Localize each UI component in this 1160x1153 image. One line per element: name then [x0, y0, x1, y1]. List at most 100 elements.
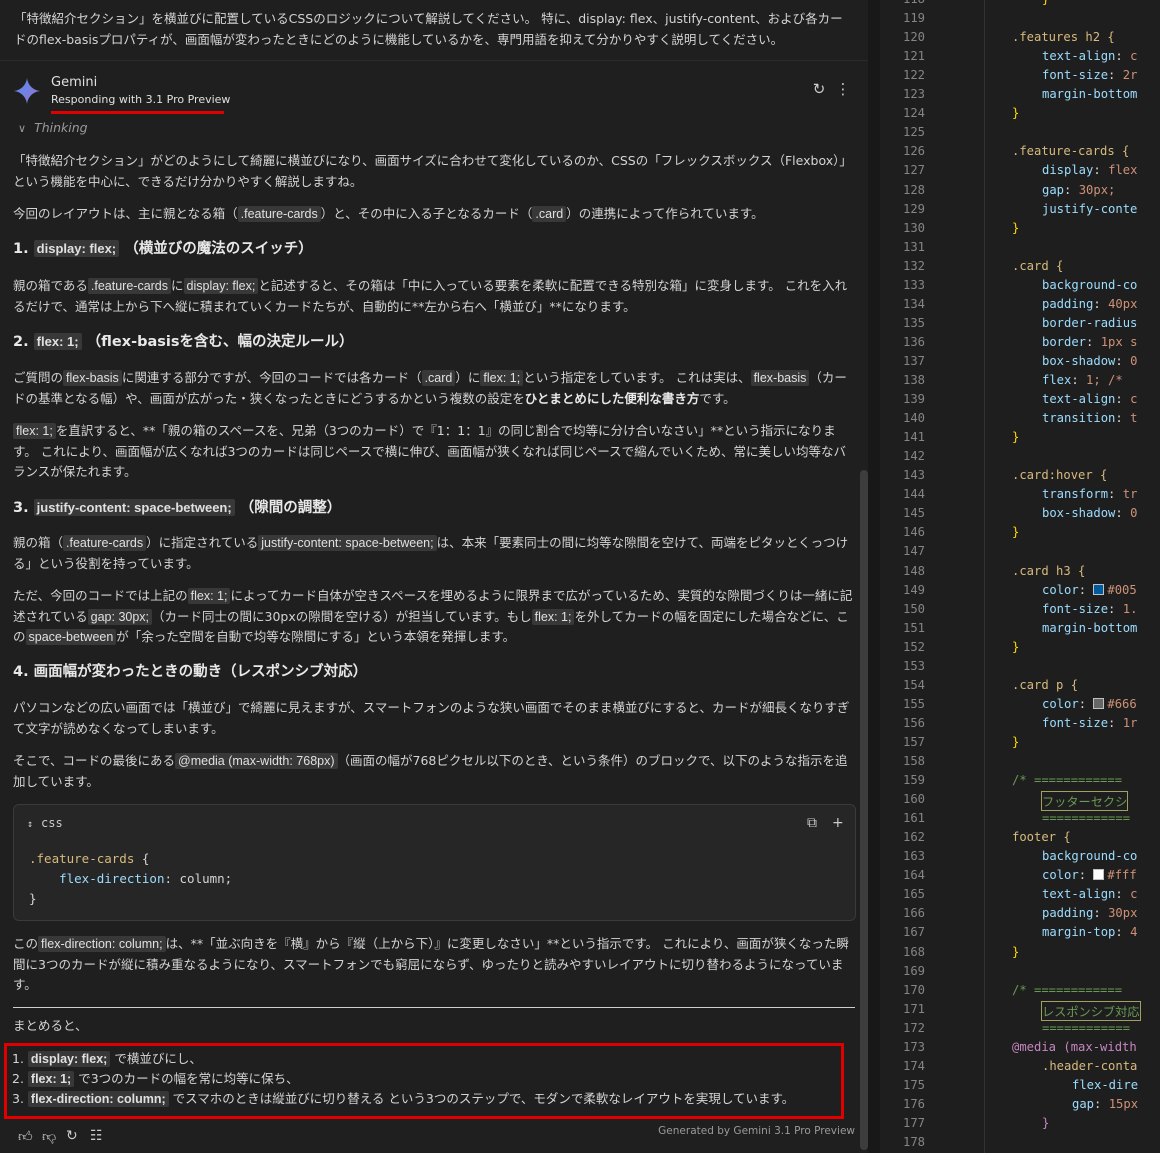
code-editor[interactable]: 118} 119 120 .features h2 {121 text-align: c…: [880, 0, 1160, 1153]
section-heading-4: 4. 画面幅が変わったときの動き（レスポンシブ対応）: [13, 664, 368, 680]
copy-icon[interactable]: ⧉: [807, 815, 817, 831]
line-number: 120: [902, 30, 925, 45]
code-line: font-size: 1r: [1042, 715, 1138, 730]
code-line: transition: t: [1042, 411, 1138, 426]
code-line: font-size: 1.: [1042, 601, 1138, 616]
line-number: 149: [902, 582, 925, 597]
code-line: padding: 30px: [1042, 906, 1138, 921]
plus-icon[interactable]: +: [832, 815, 844, 831]
line-number: 178: [902, 1135, 925, 1149]
code-line: /* ============: [1012, 982, 1123, 997]
line-number: 118: [880, 0, 925, 6]
model-label: Responding with 3.1 Pro Preview: [51, 93, 231, 106]
line-number: 174: [902, 1058, 925, 1073]
line-number: 137: [902, 353, 925, 368]
chat-scrollbar[interactable]: [860, 470, 868, 1150]
code-line: }: [1012, 639, 1020, 654]
color-swatch[interactable]: [1093, 697, 1105, 709]
line-number: 160: [902, 792, 925, 807]
save-icon[interactable]: ☷: [90, 1128, 103, 1144]
prompt-separator: [0, 60, 868, 61]
line-number: 169: [902, 963, 925, 978]
line-number: 176: [902, 1096, 925, 1111]
line-number: 150: [902, 601, 925, 616]
code-line: justify-conte: [1042, 201, 1138, 216]
line-number: 152: [902, 639, 925, 654]
code-line: margin-bottom: [1042, 87, 1138, 102]
response-paragraph: flex: 1; を直訳すると、**「親の箱のスペースを、兄弟（3つのカード）で『…: [13, 423, 847, 479]
line-number: 151: [902, 620, 925, 635]
section-heading-3: 3. justify-content: space-between; （隙間の調…: [13, 499, 342, 516]
code-line: }: [1012, 106, 1020, 121]
code-content: .feature-cards { flex-direction: column;…: [29, 851, 233, 906]
chat-panel: 「特徴紹介セクション」を横並びに配置しているCSSのロジックについて解説してくだ…: [0, 0, 868, 1153]
line-number: 121: [902, 49, 925, 64]
line-number: 173: [902, 1039, 925, 1054]
line-number: 132: [902, 258, 925, 273]
response-paragraph: 今回のレイアウトは、主に親となる箱（ .feature-cards ）と、その中に入…: [13, 206, 764, 222]
code-line: box-shadow: 0: [1042, 353, 1138, 368]
code-line: @media (max-width: [1012, 1039, 1137, 1054]
code-line: font-size: 2r: [1042, 68, 1138, 83]
code-line: /* ============: [1012, 773, 1123, 788]
thumbs-up-icon[interactable]: 👍︎: [18, 1128, 33, 1145]
response-paragraph: そこで、コードの最後にある @media (max-width: 768px) （画…: [13, 753, 848, 789]
line-number: 140: [902, 411, 925, 426]
response-paragraph: パソコンなどの広い画面では「横並び」で綺麗に見えますが、スマートフォンのような狭…: [13, 700, 850, 736]
line-number: 164: [902, 868, 925, 883]
response-paragraph: 親の箱である .feature-cards に display: flex; と記述する…: [13, 278, 848, 314]
line-number: 175: [902, 1077, 925, 1092]
line-number: 148: [902, 563, 925, 578]
list-item: 1. display: flex; で横並びにし、: [12, 1051, 202, 1067]
code-line: .card {: [1012, 258, 1064, 273]
collapse-icon[interactable]: ↕: [27, 819, 33, 830]
section-heading-2: 2. flex: 1; （flex-basisを含む、幅の決定ルール）: [13, 333, 354, 350]
generated-by-label: Generated by Gemini 3.1 Pro Preview: [658, 1125, 855, 1137]
line-number: 139: [902, 392, 925, 407]
code-line: .header-conta: [1042, 1058, 1138, 1073]
regenerate-icon[interactable]: ↻: [66, 1128, 78, 1144]
code-line: .features h2 {: [1012, 30, 1115, 45]
line-number: 168: [902, 944, 925, 959]
code-line: color: #fff: [1042, 868, 1137, 883]
response-paragraph: この flex-direction: column; は、**「並ぶ向きを『横』から…: [13, 936, 849, 992]
code-line: box-shadow: 0: [1042, 506, 1138, 521]
code-line: フッターセクシ: [1040, 791, 1129, 812]
line-number: 165: [902, 887, 925, 902]
line-number: 145: [902, 506, 925, 521]
panel-divider[interactable]: [868, 0, 880, 1153]
line-number: 171: [902, 1001, 925, 1016]
thinking-toggle[interactable]: ∨ Thinking: [18, 120, 88, 135]
response-paragraph: ご質問の flex-basis に関連する部分ですが、今回のコードでは各カード（ .c…: [13, 370, 847, 406]
line-number: 155: [902, 696, 925, 711]
more-options-icon[interactable]: ⋮: [834, 80, 852, 98]
code-line: .card p {: [1012, 677, 1079, 692]
divider: [13, 1007, 855, 1008]
section-heading-1: 1. display: flex; （横並びの魔法のスイッチ）: [13, 240, 313, 257]
line-number: 129: [902, 201, 925, 216]
line-number: 128: [902, 182, 925, 197]
line-number: 144: [902, 487, 925, 502]
code-line: .card:hover {: [1012, 468, 1108, 483]
line-number: 136: [902, 334, 925, 349]
line-number: 158: [902, 754, 925, 768]
refresh-icon[interactable]: ↻: [810, 80, 828, 98]
response-paragraph: ただ、今回のコードでは上記の flex: 1; によってカード自体が空きスペースを埋…: [13, 588, 853, 645]
line-number: 143: [902, 468, 925, 483]
list-item: 2. flex: 1; で3つのカードの幅を常に均等に保ち、: [12, 1071, 299, 1087]
response-paragraph: 親の箱（ .feature-cards ）に指定されている justify-conte…: [13, 535, 849, 571]
thumbs-down-icon[interactable]: 👎︎: [42, 1128, 56, 1145]
line-number: 122: [902, 68, 925, 83]
line-number: 172: [902, 1020, 925, 1035]
user-prompt: 「特徴紹介セクション」を横並びに配置しているCSSのロジックについて解説してくだ…: [14, 11, 843, 47]
code-line: }: [1012, 430, 1020, 445]
code-line: .card h3 {: [1012, 563, 1086, 578]
code-line: }: [1012, 525, 1020, 540]
line-number: 130: [902, 220, 925, 235]
line-number: 124: [902, 106, 925, 121]
color-swatch[interactable]: [1093, 869, 1105, 881]
code-line: flex: 1; /*: [1042, 373, 1123, 387]
code-line: text-align: c: [1042, 887, 1138, 902]
color-swatch[interactable]: [1093, 583, 1105, 595]
line-number: 138: [902, 373, 925, 387]
